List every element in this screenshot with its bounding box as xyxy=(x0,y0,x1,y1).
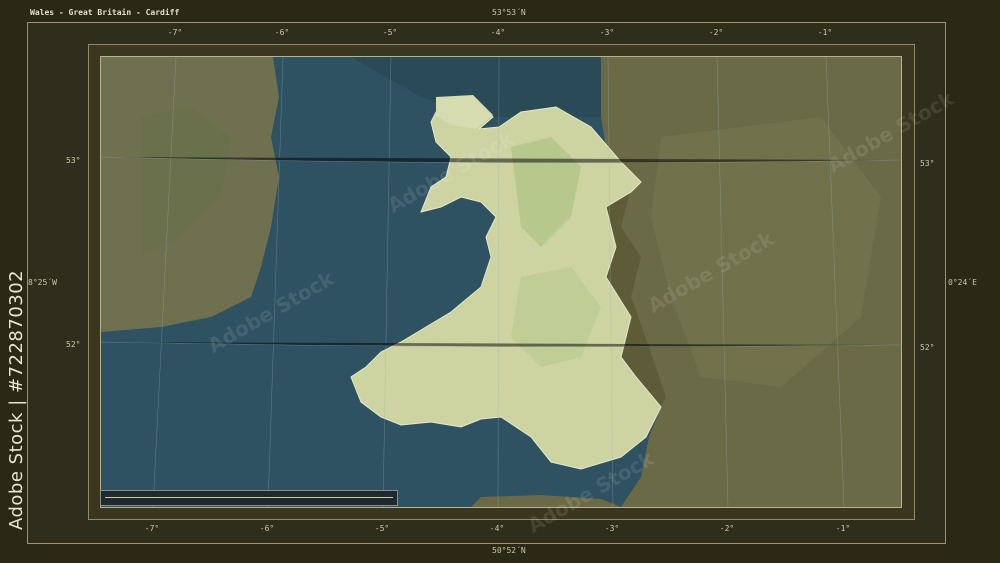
left-lat-tick: 53° xyxy=(66,156,81,165)
top-lon-tick: -6° xyxy=(274,28,290,37)
bottom-lon-tick: -1° xyxy=(835,524,851,533)
top-lon-tick: -4° xyxy=(490,28,506,37)
right-lat-tick: 52° xyxy=(920,343,935,352)
top-lon-tick: -5° xyxy=(382,28,398,37)
left-extreme-coordinate: 8°25´W xyxy=(28,278,57,287)
bottom-lon-tick: -5° xyxy=(374,524,390,533)
map-svg xyxy=(101,57,901,507)
right-lat-tick: 53° xyxy=(920,159,935,168)
scale-bar xyxy=(100,490,398,506)
top-extreme-coordinate: 53°53´N xyxy=(492,8,526,17)
bottom-lon-tick: -3° xyxy=(604,524,620,533)
map-page: Wales - Great Britain - Cardiff 53°53´N … xyxy=(0,0,1000,563)
side-credit: Adobe Stock | #722870302 xyxy=(6,269,27,530)
right-extreme-coordinate: 0°24´E xyxy=(948,278,977,287)
top-lon-tick: -2° xyxy=(708,28,724,37)
map-canvas[interactable] xyxy=(100,56,902,508)
top-lon-tick: -3° xyxy=(599,28,615,37)
top-lon-tick: -7° xyxy=(167,28,183,37)
bottom-lon-tick: -4° xyxy=(489,524,505,533)
left-lat-tick: 52° xyxy=(66,340,81,349)
bottom-lon-tick: -2° xyxy=(719,524,735,533)
bottom-extreme-coordinate: 50°52´N xyxy=(492,546,526,555)
bottom-lon-tick: -7° xyxy=(144,524,160,533)
bottom-lon-tick: -6° xyxy=(259,524,275,533)
scale-bar-line xyxy=(105,497,393,498)
map-title: Wales - Great Britain - Cardiff xyxy=(30,8,180,17)
top-lon-tick: -1° xyxy=(817,28,833,37)
